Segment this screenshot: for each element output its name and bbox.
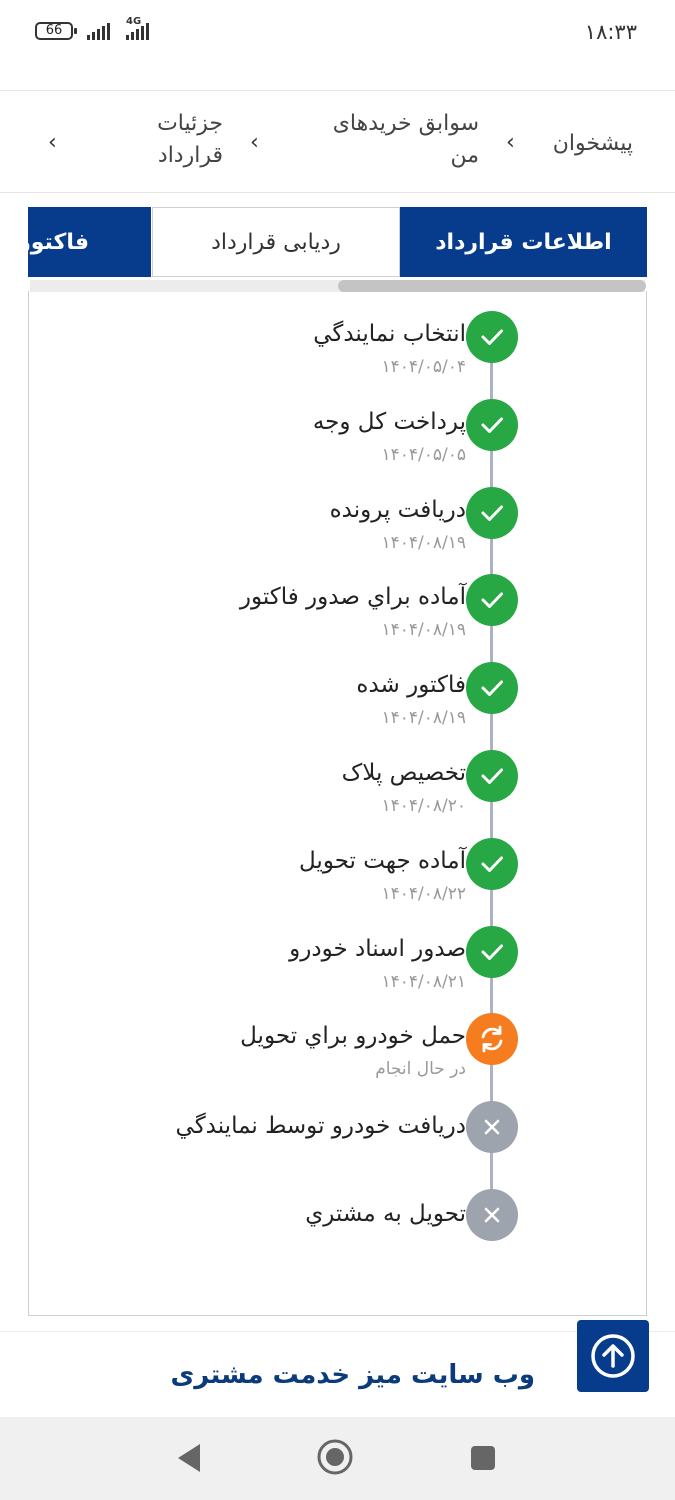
recents-icon[interactable]	[469, 1444, 497, 1472]
step-status-check-icon	[466, 662, 518, 714]
step-title: دريافت خودرو توسط نمايندگي	[175, 1113, 466, 1139]
system-nav-bar	[0, 1417, 675, 1500]
breadcrumb-purchases-line1: سوابق خریدهای	[332, 111, 479, 136]
step-status-check-icon	[466, 574, 518, 626]
breadcrumb-details-line1: جزئیات	[157, 111, 223, 136]
step-title: دريافت پرونده	[329, 497, 466, 523]
refresh-icon	[481, 1025, 503, 1053]
step-date: ۱۴۰۴/۰۸/۱۹	[381, 620, 466, 640]
breadcrumb-purchases-line2: من	[450, 143, 479, 168]
step-date: ۱۴۰۴/۰۵/۰۴	[381, 357, 466, 377]
check-icon	[481, 680, 503, 696]
step-title: آماده براي صدور فاکتور	[239, 584, 466, 610]
check-icon	[481, 768, 503, 784]
breadcrumb-item-dashboard[interactable]: پیشخوان	[553, 128, 633, 160]
check-icon	[481, 592, 503, 608]
breadcrumb-item-contract-details[interactable]: جزئیات قرارداد	[157, 108, 223, 172]
step-status-check-icon	[466, 838, 518, 890]
chevron-left-icon: ‹	[506, 130, 515, 155]
step-title: آماده جهت تحويل	[299, 848, 466, 874]
step-date: در حال انجام	[375, 1059, 466, 1079]
divider	[0, 90, 675, 91]
breadcrumb-details-line2: قرارداد	[157, 143, 223, 168]
battery-icon: 66	[35, 22, 77, 40]
step-status-close-icon	[466, 1101, 518, 1153]
step-title: پرداخت کل وجه	[312, 409, 466, 435]
step-date: ۱۴۰۴/۰۸/۱۹	[381, 708, 466, 728]
scroll-to-top-button[interactable]	[577, 1320, 649, 1392]
step-title: تخصيص پلاک	[341, 760, 466, 786]
close-icon	[484, 1119, 500, 1135]
step-date: ۱۴۰۴/۰۵/۰۵	[381, 445, 466, 465]
tab-bar: اطلاعات قرارداد ردیابی قرارداد فاکتور	[28, 207, 647, 279]
tracking-panel	[28, 291, 647, 1316]
footer: وب سایت میز خدمت مشتری	[0, 1331, 675, 1418]
step-status-check-icon	[466, 487, 518, 539]
check-icon	[481, 856, 503, 872]
check-icon	[481, 944, 503, 960]
step-title: صدور اسناد خودرو	[289, 936, 466, 962]
signal-icon	[87, 20, 110, 40]
step-status-refresh-icon	[466, 1013, 518, 1065]
step-date: ۱۴۰۴/۰۸/۲۲	[381, 884, 466, 904]
step-date: ۱۴۰۴/۰۸/۲۰	[381, 796, 466, 816]
step-date: ۱۴۰۴/۰۸/۲۱	[381, 972, 466, 992]
battery-level: 66	[45, 23, 63, 38]
step-date: ۱۴۰۴/۰۸/۱۹	[381, 533, 466, 553]
tab-invoice-label: فاکتور	[28, 229, 89, 255]
check-icon	[481, 417, 503, 433]
breadcrumb: پیشخوان ‹ سوابق خریدهای من ‹ جزئیات قرار…	[0, 92, 675, 193]
signal-icon-2	[126, 20, 149, 40]
arrow-up-icon	[591, 1334, 635, 1378]
tab-invoice[interactable]: فاکتور	[28, 207, 151, 277]
step-status-check-icon	[466, 311, 518, 363]
home-icon[interactable]	[316, 1438, 354, 1476]
step-title: فاکتور شده	[356, 672, 466, 698]
check-icon	[481, 329, 503, 345]
step-title: حمل خودرو براي تحويل	[240, 1023, 466, 1049]
step-status-check-icon	[466, 399, 518, 451]
chevron-left-icon: ‹	[250, 130, 259, 155]
step-title: تحويل به مشتري	[305, 1201, 466, 1227]
breadcrumb-item-purchases[interactable]: سوابق خریدهای من	[333, 108, 479, 172]
step-status-check-icon	[466, 926, 518, 978]
check-icon	[481, 505, 503, 521]
step-status-check-icon	[466, 750, 518, 802]
step-status-close-icon	[466, 1189, 518, 1241]
step-title: انتخاب نمایندگي	[313, 321, 466, 347]
chevron-left-icon: ‹	[48, 130, 57, 155]
tab-contract-info[interactable]: اطلاعات قرارداد	[400, 207, 647, 277]
tab-contract-tracking[interactable]: ردیابی قرارداد	[152, 207, 400, 277]
clock: ۱۸:۳۳	[584, 20, 637, 44]
close-icon	[484, 1207, 500, 1223]
customer-service-link[interactable]: وب سایت میز خدمت مشتری	[170, 1360, 535, 1390]
status-bar: 66 4G ۱۸:۳۳	[0, 0, 675, 62]
back-icon[interactable]	[174, 1441, 204, 1475]
